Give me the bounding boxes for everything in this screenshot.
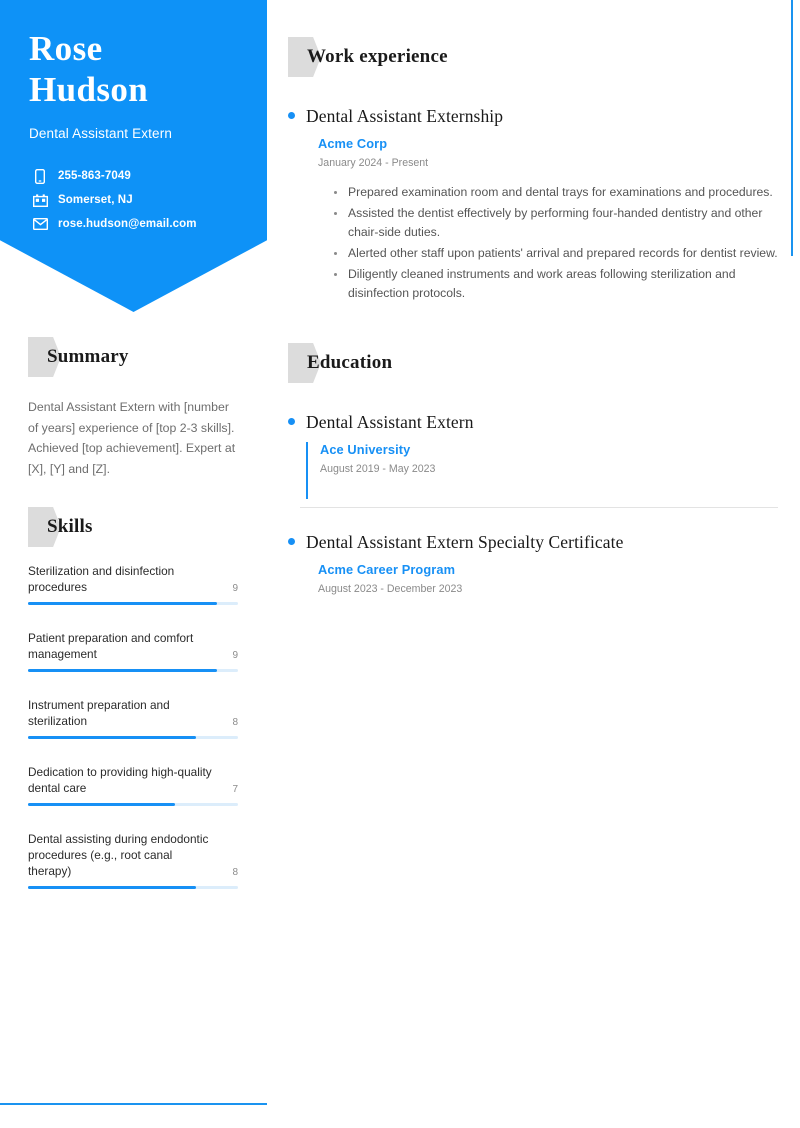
left-column-body: Summary Dental Assistant Extern with [nu… [0, 337, 267, 889]
education-entry-body: Ace University August 2019 - May 2023 [306, 442, 778, 499]
education-entry-organization[interactable]: Ace University [320, 442, 778, 457]
skill-name: Patient preparation and comfort manageme… [28, 631, 194, 661]
work-entry-date: January 2024 - Present [318, 157, 429, 169]
work-entry-bullet: Diligently cleaned instruments and work … [334, 265, 778, 303]
right-column: Work experience Dental Assistant Externs… [288, 0, 778, 595]
location-building-icon [31, 192, 49, 208]
education-entry-title: Dental Assistant Extern Specialty Certif… [306, 532, 624, 552]
skill-score: 8 [232, 867, 238, 878]
contact-phone[interactable]: 255-863-7049 [31, 164, 197, 188]
skill-progress-fill [28, 669, 217, 672]
education-entry-separator [300, 507, 778, 508]
candidate-job-title: Dental Assistant Extern [29, 126, 173, 141]
education-entry: Dental Assistant Extern Ace University A… [288, 412, 778, 508]
contact-phone-value: 255-863-7049 [58, 170, 131, 182]
resume-page: Rose Hudson Dental Assistant Extern 255-… [0, 0, 800, 1128]
education-entry-title: Dental Assistant Extern [306, 412, 474, 432]
summary-text: Dental Assistant Extern with [number of … [28, 400, 236, 476]
work-entry-bullet: Assisted the dentist effectively by perf… [334, 204, 778, 242]
skill-progress-track [28, 803, 238, 806]
skill-progress-track [28, 736, 238, 739]
skills-heading: Skills [47, 516, 93, 537]
skill-progress-fill [28, 602, 217, 605]
skill-item: Sterilization and disinfection procedure… [28, 563, 238, 605]
skills-list: Sterilization and disinfection procedure… [28, 563, 238, 889]
skill-score: 9 [232, 583, 238, 594]
work-entry-title: Dental Assistant Externship [306, 106, 504, 126]
skill-item: Instrument preparation and sterilization… [28, 697, 238, 739]
entry-bullet-icon [288, 538, 295, 545]
summary-section-header: Summary [28, 337, 237, 377]
entry-bullet-icon [288, 112, 295, 119]
header-banner: Rose Hudson Dental Assistant Extern 255-… [0, 0, 267, 312]
skill-item: Patient preparation and comfort manageme… [28, 630, 238, 672]
skill-name: Instrument preparation and sterilization [28, 698, 170, 728]
skill-item: Dedication to providing high-quality den… [28, 764, 238, 806]
skill-name: Dedication to providing high-quality den… [28, 765, 212, 795]
contact-email-value: rose.hudson@email.com [58, 218, 197, 230]
first-name: Rose [29, 29, 103, 68]
summary-heading: Summary [47, 346, 129, 367]
contact-list: 255-863-7049 Somerset, NJ rose.hudson@em… [31, 164, 197, 236]
skill-name: Dental assisting during endodontic proce… [28, 832, 209, 878]
contact-email[interactable]: rose.hudson@email.com [31, 212, 197, 236]
skill-item: Dental assisting during endodontic proce… [28, 831, 238, 889]
envelope-icon [31, 216, 49, 232]
work-entry: Dental Assistant Externship Acme Corp Ja… [288, 106, 778, 303]
work-experience-section-header: Work experience [288, 37, 778, 77]
contact-location-value: Somerset, NJ [58, 194, 133, 206]
education-section-header: Education [288, 343, 778, 383]
skill-score: 9 [232, 650, 238, 661]
skill-score: 8 [232, 717, 238, 728]
skill-score: 7 [232, 784, 238, 795]
work-entry-bullet: Prepared examination room and dental tra… [334, 183, 778, 202]
skills-section-header: Skills [28, 507, 237, 547]
phone-icon [31, 168, 49, 184]
candidate-name: Rose Hudson [29, 28, 148, 110]
education-entry: Dental Assistant Extern Specialty Certif… [288, 532, 778, 595]
work-experience-section: Work experience Dental Assistant Externs… [288, 37, 778, 303]
skill-progress-track [28, 669, 238, 672]
work-experience-heading: Work experience [307, 46, 448, 67]
skill-progress-track [28, 602, 238, 605]
education-entry-organization[interactable]: Acme Career Program [318, 562, 778, 577]
work-entry-body: Acme Corp January 2024 - Present Prepare… [306, 136, 778, 303]
skill-progress-fill [28, 736, 196, 739]
education-entry-date: August 2023 - December 2023 [318, 583, 463, 595]
education-entry-body: Acme Career Program August 2023 - Decemb… [306, 562, 778, 595]
skill-progress-track [28, 886, 238, 889]
education-section: Education Dental Assistant Extern Ace Un… [288, 343, 778, 595]
education-heading: Education [307, 352, 393, 373]
skill-name: Sterilization and disinfection procedure… [28, 564, 175, 594]
skill-progress-fill [28, 886, 196, 889]
work-entry-bullet-list: Prepared examination room and dental tra… [318, 183, 778, 303]
entry-bullet-icon [288, 418, 295, 425]
work-entry-bullet: Alerted other staff upon patients' arriv… [334, 244, 778, 263]
left-column: Rose Hudson Dental Assistant Extern 255-… [0, 0, 267, 1128]
right-edge-accent [791, 0, 793, 256]
education-entry-date: August 2019 - May 2023 [320, 463, 436, 475]
contact-location[interactable]: Somerset, NJ [31, 188, 197, 212]
last-name: Hudson [29, 70, 149, 109]
work-entry-organization[interactable]: Acme Corp [318, 136, 778, 151]
skill-progress-fill [28, 803, 175, 806]
